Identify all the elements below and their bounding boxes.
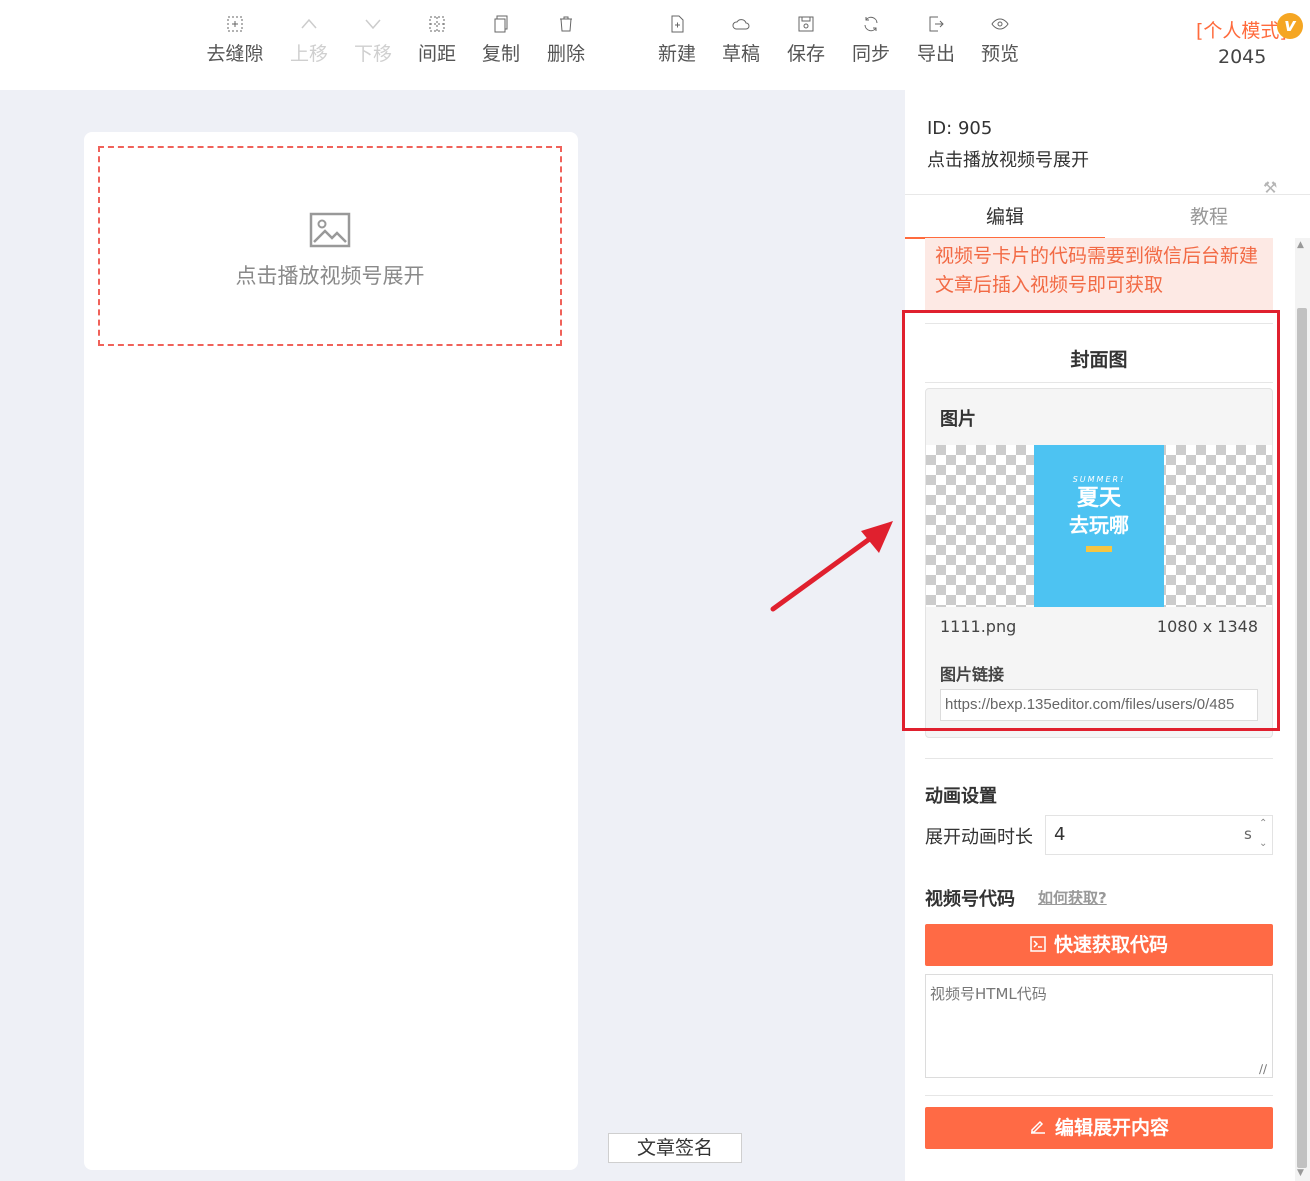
copy-button[interactable]: 复制 [469, 14, 533, 66]
move-down-button[interactable]: 下移 [341, 14, 405, 66]
scroll-down-icon[interactable]: ▼ [1297, 1168, 1304, 1178]
credit-count: 2045 [1218, 46, 1267, 68]
quick-get-code-button[interactable]: 快速获取代码 [925, 924, 1273, 966]
edit-expand-content-button[interactable]: 编辑展开内容 [925, 1107, 1273, 1149]
how-to-get-link[interactable]: 如何获取? [1038, 887, 1107, 908]
article-signature-button[interactable]: 文章签名 [608, 1133, 742, 1163]
cover-section-title: 封面图 [1070, 349, 1128, 371]
panel-tabs: 编辑 教程 [905, 194, 1310, 239]
new-button[interactable]: 新建 [645, 14, 709, 66]
export-icon [904, 14, 968, 40]
resize-handle-icon[interactable]: ∕∕ [1259, 1062, 1267, 1076]
top-toolbar: 去缝隙 上移 下移 间距 复制 删除 新建 草稿 保存 同步 导出 预览 [个人… [0, 0, 1310, 90]
preview-button[interactable]: 预览 [968, 14, 1032, 66]
save-icon [774, 14, 838, 40]
draft-button[interactable]: 草稿 [709, 14, 773, 66]
sync-icon [839, 14, 903, 40]
editor-canvas: 点击播放视频号展开 文章签名 [0, 90, 905, 1181]
divider [925, 323, 1273, 324]
scroll-up-icon[interactable]: ▲ [1297, 240, 1304, 250]
component-id: ID: 905 [927, 118, 993, 139]
pencil-icon [1029, 1108, 1047, 1150]
expand-duration-label: 展开动画时长 [925, 827, 1033, 848]
new-file-icon [645, 14, 709, 40]
image-link-input[interactable]: https://bexp.135editor.com/files/users/0… [940, 689, 1258, 721]
animation-section-title: 动画设置 [925, 786, 997, 807]
trash-icon [534, 14, 598, 40]
cloud-icon [709, 14, 773, 40]
cover-image-card: 图片 SUMMER! 夏天 去玩哪 1111.png 1080 x 1348 图… [925, 388, 1273, 738]
remove-gap-icon [203, 14, 267, 40]
eye-icon [968, 14, 1032, 40]
panel-scroll-thumb[interactable] [1297, 308, 1307, 1168]
personal-mode-link[interactable]: [个人模式] [1196, 16, 1287, 43]
export-button[interactable]: 导出 [904, 14, 968, 66]
file-name: 1111.png [940, 617, 1017, 636]
notice-banner: 视频号卡片的代码需要到微信后台新建文章后插入视频号即可获取 [925, 238, 1273, 310]
divider [925, 1095, 1273, 1096]
placeholder-text: 点击播放视频号展开 [235, 264, 425, 288]
chevron-up-icon [277, 14, 341, 40]
vip-badge-icon[interactable]: v [1277, 13, 1303, 39]
move-up-button[interactable]: 上移 [277, 14, 341, 66]
duration-stepper-icon[interactable]: ⌃ ⌄ [1259, 814, 1267, 854]
property-panel: ID: 905 点击播放视频号展开 ⚒ 编辑 教程 ▲ ▼ 视频号卡片的代码需要… [902, 90, 1310, 1181]
file-dimensions: 1080 x 1348 [1156, 617, 1258, 636]
cover-thumbnail: SUMMER! 夏天 去玩哪 [1034, 445, 1164, 607]
video-code-title: 视频号代码 [925, 889, 1015, 910]
image-preview[interactable]: SUMMER! 夏天 去玩哪 [926, 445, 1272, 607]
video-code-textarea[interactable]: 视频号HTML代码 [925, 974, 1273, 1078]
divider [925, 758, 1273, 759]
spacing-icon [405, 14, 469, 40]
image-placeholder-icon [100, 212, 560, 252]
chevron-down-icon [341, 14, 405, 40]
terminal-icon [1030, 925, 1046, 967]
component-title: 点击播放视频号展开 [927, 150, 1089, 171]
delete-button[interactable]: 删除 [534, 14, 598, 66]
video-card-placeholder[interactable]: 点击播放视频号展开 [98, 146, 562, 346]
tab-tutorial[interactable]: 教程 [1109, 195, 1309, 239]
spacing-button[interactable]: 间距 [405, 14, 469, 66]
article-preview: 点击播放视频号展开 [84, 132, 578, 1170]
divider [925, 382, 1273, 383]
image-link-label: 图片链接 [940, 665, 1005, 684]
tab-edit[interactable]: 编辑 [905, 195, 1105, 239]
red-arrow-annotation [770, 521, 893, 612]
image-card-title: 图片 [940, 409, 976, 430]
expand-duration-input[interactable]: 4 [1045, 815, 1273, 855]
sync-button[interactable]: 同步 [839, 14, 903, 66]
remove-gap-button[interactable]: 去缝隙 [203, 14, 267, 66]
copy-icon [469, 14, 533, 40]
duration-unit: s [1244, 825, 1252, 843]
save-button[interactable]: 保存 [774, 14, 838, 66]
